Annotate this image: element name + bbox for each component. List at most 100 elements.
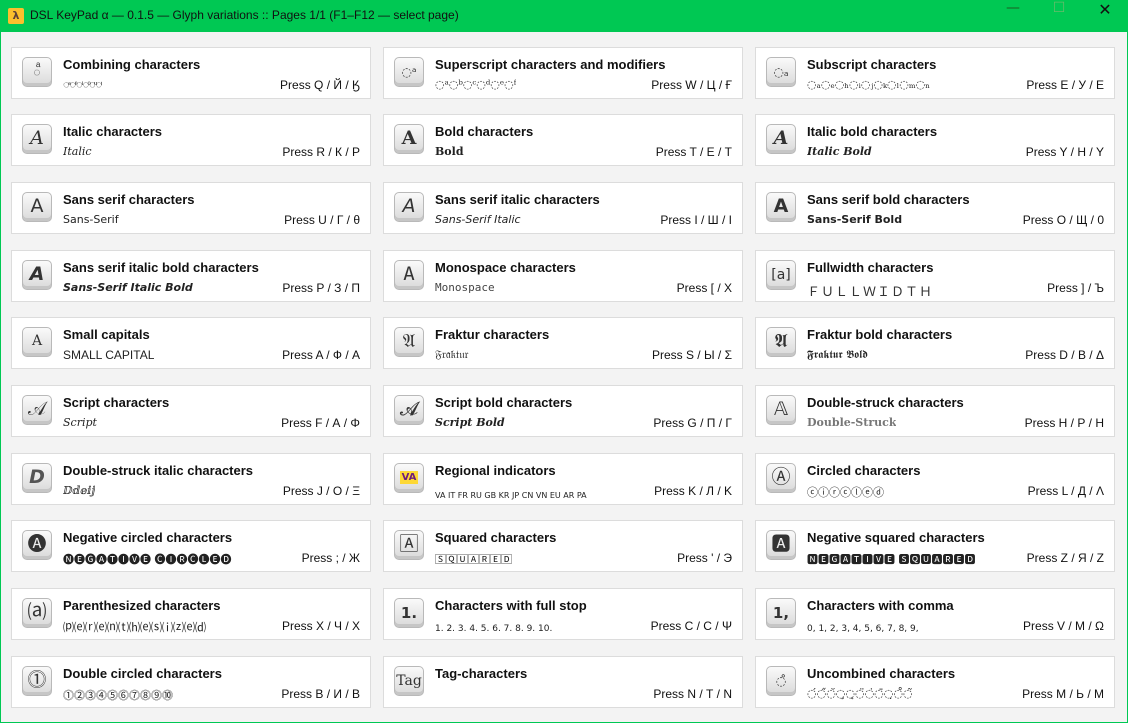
title-bar[interactable]: λ DSL KeyPad α — 0.1.5 — Glyph variation… bbox=[0, 0, 1128, 32]
card-shortcut: Press L / Д / Λ bbox=[1027, 484, 1104, 498]
sans-serif-italic-bold-key-icon: A bbox=[22, 260, 52, 290]
script-bold-key-icon: 𝓐 bbox=[394, 395, 424, 425]
card-shortcut: Press [ / Х bbox=[676, 281, 732, 295]
card-small-capitals[interactable]: A Small capitals SMALL CAPITAL Press A /… bbox=[11, 317, 371, 369]
card-sans-serif-bold[interactable]: A Sans serif bold characters Sans-Serif … bbox=[755, 182, 1115, 234]
card-title: Combining characters bbox=[63, 57, 201, 72]
app-window: λ DSL KeyPad α — 0.1.5 — Glyph variation… bbox=[0, 0, 1128, 723]
close-button[interactable]: ✕ bbox=[1082, 0, 1128, 32]
card-title: Double circled characters bbox=[63, 666, 222, 681]
card-fraktur-bold[interactable]: 𝕬 Fraktur bold characters 𝕱𝖗𝖆𝖐𝖙𝖚𝖗 𝕭𝖔𝖑𝖉 P… bbox=[755, 317, 1115, 369]
card-script-bold[interactable]: 𝓐 Script bold characters Script Bold Pre… bbox=[383, 385, 743, 437]
card-shortcut: Press Z / Я / Z bbox=[1026, 551, 1104, 565]
subscript-key-icon: ◌ₐ bbox=[766, 57, 796, 87]
card-sans-serif-italic-bold[interactable]: A Sans serif italic bold characters Sans… bbox=[11, 250, 371, 302]
card-title: Sans serif italic characters bbox=[435, 192, 600, 207]
card-fraktur[interactable]: 𝔄 Fraktur characters 𝔉𝔯𝔞𝔨𝔱𝔲𝔯 Press S / Ы… bbox=[383, 317, 743, 369]
card-superscript[interactable]: ◌ᵃ Superscript characters and modifiers … bbox=[383, 47, 743, 99]
card-monospace[interactable]: A Monospace characters Monospace Press [… bbox=[383, 250, 743, 302]
squared-key-icon: 🄰 bbox=[394, 530, 424, 560]
card-title: Italic bold characters bbox=[807, 124, 938, 139]
card-sample: Sans-Serif Italic Bold bbox=[63, 281, 193, 294]
card-title: Sans serif characters bbox=[63, 192, 195, 207]
negative-squared-key-icon: 🅰 bbox=[766, 530, 796, 560]
card-title: Monospace characters bbox=[435, 260, 576, 275]
card-title: Sans serif italic bold characters bbox=[63, 260, 259, 275]
card-sans-serif-italic[interactable]: A Sans serif italic characters Sans-Seri… bbox=[383, 182, 743, 234]
card-sample: 𝕱𝖗𝖆𝖐𝖙𝖚𝖗 𝕭𝖔𝖑𝖉 bbox=[807, 348, 868, 361]
regional-indicator-flag: VA bbox=[399, 471, 419, 484]
card-double-struck[interactable]: 𝔸 Double-struck characters Double-Struck… bbox=[755, 385, 1115, 437]
card-negative-circled[interactable]: 🅐 Negative circled characters 🅝🅔🅖🅐🅣🅘🅥🅔 🅒… bbox=[11, 520, 371, 572]
negative-circled-key-icon: 🅐 bbox=[22, 530, 52, 560]
window-title: DSL KeyPad α — 0.1.5 — Glyph variations … bbox=[30, 8, 459, 22]
sans-serif-italic-key-icon: A bbox=[394, 192, 424, 222]
comma-key-icon: 1, bbox=[766, 598, 796, 628]
card-comma[interactable]: 1, Characters with comma 0, 1, 2, 3, 4, … bbox=[755, 588, 1115, 640]
card-bold[interactable]: A Bold characters Bold Press T / Е / Т bbox=[383, 114, 743, 166]
superscript-key-icon: ◌ᵃ bbox=[394, 57, 424, 87]
parenthesized-key-icon: ⒜ bbox=[22, 598, 52, 628]
card-double-struck-italic[interactable]: D Double-struck italic characters ⅅⅆⅇⅈⅉ … bbox=[11, 453, 371, 505]
card-tag[interactable]: Tag Tag-characters Press N / Т / N bbox=[383, 656, 743, 708]
card-shortcut: Press V / М / Ω bbox=[1023, 619, 1104, 633]
small-capital-key-icon: A bbox=[22, 327, 52, 357]
double-circled-key-icon: ⓵ bbox=[22, 666, 52, 696]
card-negative-squared[interactable]: 🅰 Negative squared characters 🅽🅴🅶🅰🆃🅸🆅🅴 🆂… bbox=[755, 520, 1115, 572]
combining-key-icon: ◌ͣ bbox=[22, 57, 52, 87]
card-title: Script bold characters bbox=[435, 395, 573, 410]
fraktur-bold-key-icon: 𝕬 bbox=[766, 327, 796, 357]
card-sample: ⓵⓶⓷⓸⓹⓺⓻⓼⓽⓾ bbox=[63, 689, 173, 702]
card-shortcut: Press T / Е / Т bbox=[655, 145, 732, 159]
card-title: Squared characters bbox=[435, 530, 557, 545]
card-circled[interactable]: Ⓐ Circled characters ⓒⓘⓡⓒⓛⓔⓓ Press L / Д… bbox=[755, 453, 1115, 505]
minimize-button[interactable]: — bbox=[990, 0, 1036, 32]
card-fullwidth[interactable]: [a] Fullwidth characters ＦＵＬＬＷＩＤＴＨ Press… bbox=[755, 250, 1115, 302]
card-regional-indicators[interactable]: VA Regional indicators VA IT FR RU GB KR… bbox=[383, 453, 743, 505]
card-title: Parenthesized characters bbox=[63, 598, 221, 613]
card-title: Fullwidth characters bbox=[807, 260, 934, 275]
sans-serif-bold-key-icon: A bbox=[766, 192, 796, 222]
uncombined-key-icon: ◌̊ bbox=[766, 666, 796, 696]
card-italic-bold[interactable]: A Italic bold characters Italic Bold Pre… bbox=[755, 114, 1115, 166]
card-sample: Sans-Serif Italic bbox=[435, 213, 521, 226]
card-title: Double-struck italic characters bbox=[63, 463, 254, 478]
card-shortcut: Press ' / Э bbox=[677, 551, 732, 565]
card-shortcut: Press P / З / П bbox=[282, 281, 360, 295]
card-subscript[interactable]: ◌ₐ Subscript characters ◌ₐ◌ₑ◌ₕ◌ᵢ◌ⱼ◌ₖ◌ₗ◌ₘ… bbox=[755, 47, 1115, 99]
card-shortcut: Press A / Ф / A bbox=[282, 348, 360, 362]
card-title: Tag-characters bbox=[435, 666, 528, 681]
card-title: Sans serif bold characters bbox=[807, 192, 970, 207]
app-logo-icon: λ bbox=[8, 8, 24, 24]
card-shortcut: Press N / Т / N bbox=[653, 687, 732, 701]
circled-key-icon: Ⓐ bbox=[766, 463, 796, 493]
card-sample: Italic bbox=[63, 145, 92, 158]
card-double-circled[interactable]: ⓵ Double circled characters ⓵⓶⓷⓸⓹⓺⓻⓼⓽⓾ P… bbox=[11, 656, 371, 708]
italic-key-icon: A bbox=[22, 124, 52, 154]
card-sample: Double-Struck bbox=[807, 416, 897, 429]
card-title: Italic characters bbox=[63, 124, 163, 139]
card-shortcut: Press ; / Ж bbox=[301, 551, 360, 565]
card-italic[interactable]: A Italic characters Italic Press R / К /… bbox=[11, 114, 371, 166]
card-title: Circled characters bbox=[807, 463, 921, 478]
card-title: Uncombined characters bbox=[807, 666, 956, 681]
card-shortcut: Press W / Ц / Ғ bbox=[651, 78, 732, 92]
card-uncombined[interactable]: ◌̊ Uncombined characters ◌́◌̋◌̆◌̧◌̨◌̈◌̇◌… bbox=[755, 656, 1115, 708]
card-shortcut: Press D / В / Δ bbox=[1025, 348, 1104, 362]
glyph-variations-panel: ◌ͣ Combining characters ◌ͣ◌ͤ◌ͥ◌ͦ◌ͧ◌ͨ Pre… bbox=[1, 32, 1127, 722]
card-full-stop[interactable]: 1. Characters with full stop 1. 2. 3. 4.… bbox=[383, 588, 743, 640]
card-squared[interactable]: 🄰 Squared characters 🅂🅀🅄🄰🅁🄴🄳 Press ' / Э bbox=[383, 520, 743, 572]
script-key-icon: 𝒜 bbox=[22, 395, 52, 425]
card-combining[interactable]: ◌ͣ Combining characters ◌ͣ◌ͤ◌ͥ◌ͦ◌ͧ◌ͨ Pre… bbox=[11, 47, 371, 99]
card-title: Characters with comma bbox=[807, 598, 954, 613]
card-sans-serif[interactable]: A Sans serif characters Sans-Serif Press… bbox=[11, 182, 371, 234]
maximize-button[interactable]: ☐ bbox=[1036, 0, 1082, 32]
card-sample: Sans-Serif Bold bbox=[807, 213, 903, 226]
card-title: Negative squared characters bbox=[807, 530, 985, 545]
card-script[interactable]: 𝒜 Script characters Script Press F / А /… bbox=[11, 385, 371, 437]
card-title: Bold characters bbox=[435, 124, 534, 139]
card-sample: Script bbox=[63, 416, 97, 429]
card-sample: ⒫⒠⒭⒠⒩⒯⒣⒠⒮⒤⒵⒠⒟ bbox=[63, 621, 206, 634]
card-parenthesized[interactable]: ⒜ Parenthesized characters ⒫⒠⒭⒠⒩⒯⒣⒠⒮⒤⒵⒠⒟… bbox=[11, 588, 371, 640]
card-sample: Bold bbox=[435, 145, 464, 158]
